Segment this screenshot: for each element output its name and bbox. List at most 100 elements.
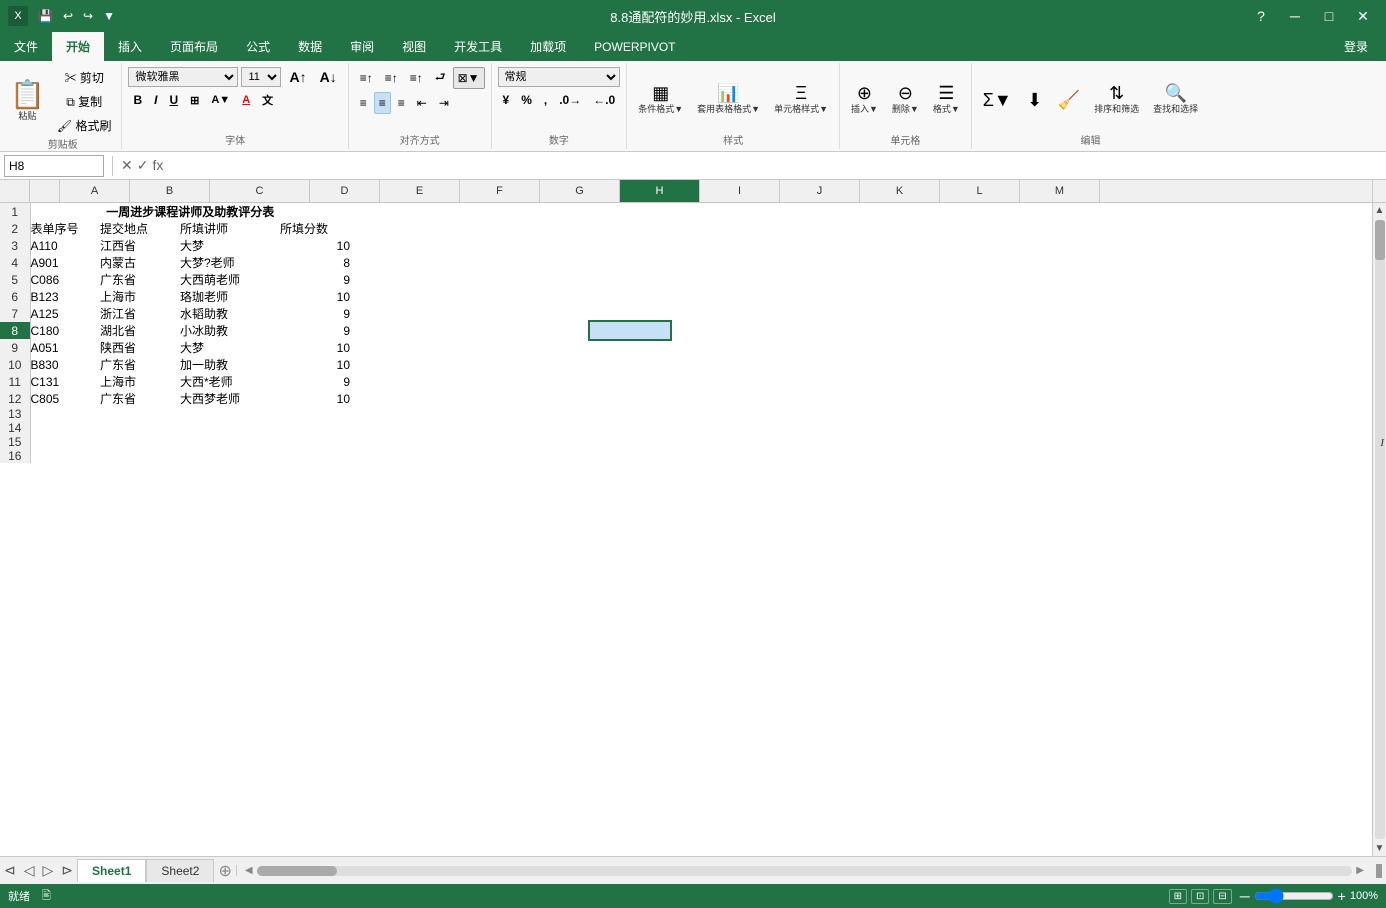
table-cell[interactable] xyxy=(350,449,430,463)
table-cell[interactable] xyxy=(910,220,990,237)
italic-button[interactable]: I xyxy=(149,90,162,110)
table-cell[interactable]: 水韬助教 xyxy=(180,305,280,322)
zoom-in-btn[interactable]: + xyxy=(1338,888,1346,904)
table-cell[interactable] xyxy=(590,288,670,305)
table-cell[interactable]: 大梦 xyxy=(180,339,280,356)
table-cell[interactable]: 8 xyxy=(280,254,350,271)
table-cell[interactable] xyxy=(990,203,1070,220)
increase-font-btn[interactable]: A↑ xyxy=(284,67,311,87)
table-cell[interactable] xyxy=(750,373,830,390)
col-header-g[interactable]: G xyxy=(540,180,620,202)
table-cell[interactable] xyxy=(430,237,510,254)
table-cell[interactable] xyxy=(830,373,910,390)
table-cell[interactable] xyxy=(510,373,590,390)
table-cell[interactable] xyxy=(590,254,670,271)
grid-scroll[interactable]: 1一周进步课程讲师及助教评分表2表单序号提交地点所填讲师所填分数3A110江西省… xyxy=(0,203,1372,856)
table-cell[interactable]: 所填分数 xyxy=(280,220,350,237)
table-cell[interactable] xyxy=(590,390,670,407)
table-cell[interactable] xyxy=(670,356,750,373)
table-cell[interactable] xyxy=(430,356,510,373)
table-cell[interactable] xyxy=(100,421,180,435)
table-cell[interactable] xyxy=(910,203,990,220)
table-cell[interactable] xyxy=(510,288,590,305)
table-cell[interactable] xyxy=(590,220,670,237)
table-cell[interactable]: 9 xyxy=(280,322,350,339)
row-header[interactable]: 8 xyxy=(0,322,30,339)
row-header[interactable]: 7 xyxy=(0,305,30,322)
table-cell[interactable]: 提交地点 xyxy=(100,220,180,237)
tab-powerpivot[interactable]: POWERPIVOT xyxy=(580,32,689,61)
zoom-out-btn[interactable]: ─ xyxy=(1240,888,1250,904)
table-cell[interactable] xyxy=(510,421,590,435)
table-cell[interactable] xyxy=(430,407,510,421)
add-sheet-btn[interactable]: ⊕ xyxy=(214,861,235,881)
table-cell[interactable] xyxy=(910,449,990,463)
close-btn[interactable]: ✕ xyxy=(1348,6,1378,26)
row-header[interactable]: 11 xyxy=(0,373,30,390)
tab-data[interactable]: 数据 xyxy=(284,32,336,61)
table-cell[interactable]: 上海市 xyxy=(100,373,180,390)
table-cell[interactable]: A125 xyxy=(30,305,100,322)
indent-increase-btn[interactable]: ⇥ xyxy=(434,92,454,114)
table-cell[interactable] xyxy=(590,237,670,254)
undo-quick-btn[interactable]: ↩ xyxy=(59,7,77,25)
table-cell[interactable] xyxy=(910,254,990,271)
table-cell[interactable]: B830 xyxy=(30,356,100,373)
table-cell[interactable] xyxy=(670,288,750,305)
row-header[interactable]: 12 xyxy=(0,390,30,407)
table-cell[interactable] xyxy=(990,305,1070,322)
table-cell[interactable] xyxy=(830,390,910,407)
table-cell[interactable] xyxy=(590,421,670,435)
sheet-nav-next[interactable]: ▷ xyxy=(39,860,58,881)
table-cell[interactable] xyxy=(430,305,510,322)
table-cell[interactable] xyxy=(350,254,430,271)
table-cell[interactable] xyxy=(990,373,1070,390)
table-cell[interactable] xyxy=(990,220,1070,237)
table-cell[interactable]: 所填讲师 xyxy=(180,220,280,237)
decrease-font-btn[interactable]: A↓ xyxy=(315,67,342,87)
scroll-up-btn[interactable]: ▲ xyxy=(1373,203,1386,218)
table-cell[interactable]: 珞珈老师 xyxy=(180,288,280,305)
table-cell[interactable] xyxy=(830,421,910,435)
table-cell[interactable]: 大梦?老师 xyxy=(180,254,280,271)
table-cell[interactable] xyxy=(350,407,430,421)
table-cell[interactable] xyxy=(670,339,750,356)
col-header-e[interactable]: E xyxy=(380,180,460,202)
table-cell[interactable] xyxy=(670,373,750,390)
zoom-slider[interactable] xyxy=(1254,888,1334,904)
col-header-j[interactable]: J xyxy=(780,180,860,202)
table-cell[interactable] xyxy=(830,322,910,339)
table-cell[interactable] xyxy=(350,305,430,322)
table-cell[interactable] xyxy=(830,407,910,421)
table-cell[interactable] xyxy=(990,254,1070,271)
sheet-tab-sheet1[interactable]: Sheet1 xyxy=(77,859,146,882)
sheet-tab-sheet2[interactable]: Sheet2 xyxy=(146,859,214,882)
clear-btn[interactable]: 🧹 xyxy=(1053,76,1085,124)
copy-button[interactable]: ⧉ 复制 xyxy=(53,91,116,112)
table-cell[interactable] xyxy=(590,407,670,421)
table-cell[interactable]: 表单序号 xyxy=(30,220,100,237)
table-cell[interactable] xyxy=(510,203,590,220)
table-cell[interactable] xyxy=(510,356,590,373)
row-header[interactable]: 1 xyxy=(0,203,30,220)
table-cell[interactable] xyxy=(510,339,590,356)
table-cell[interactable] xyxy=(430,220,510,237)
table-cell[interactable] xyxy=(590,339,670,356)
table-cell[interactable] xyxy=(430,373,510,390)
row-header[interactable]: 15 xyxy=(0,435,30,449)
table-cell[interactable] xyxy=(990,339,1070,356)
redo-quick-btn[interactable]: ↪ xyxy=(79,7,97,25)
table-cell[interactable]: 9 xyxy=(280,305,350,322)
table-cell[interactable] xyxy=(750,322,830,339)
table-cell[interactable] xyxy=(280,407,350,421)
table-cell[interactable] xyxy=(910,373,990,390)
table-cell[interactable] xyxy=(670,449,750,463)
table-cell[interactable] xyxy=(910,237,990,254)
align-top-left-btn[interactable]: ≡↑ xyxy=(355,67,378,89)
table-cell[interactable] xyxy=(350,203,430,220)
cancel-formula-icon[interactable]: ✕ xyxy=(121,157,133,174)
table-cell[interactable] xyxy=(670,220,750,237)
table-cell[interactable] xyxy=(830,435,910,449)
table-cell[interactable]: 广东省 xyxy=(100,390,180,407)
table-cell[interactable] xyxy=(590,435,670,449)
